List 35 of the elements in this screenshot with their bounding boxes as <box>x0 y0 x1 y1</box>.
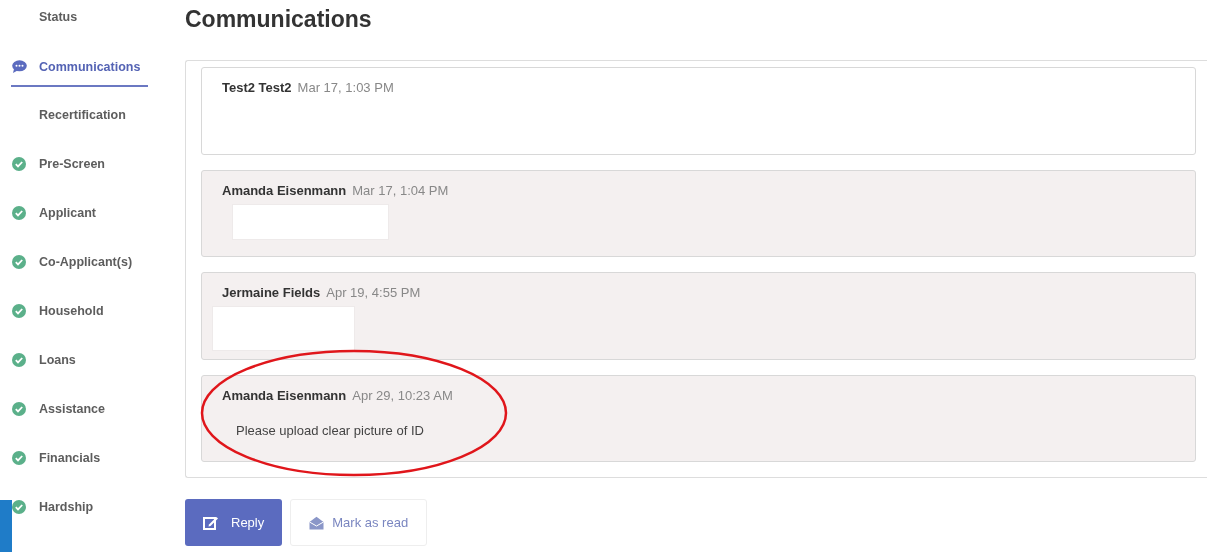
sidebar-item[interactable]: Communications <box>11 44 148 87</box>
sidebar-item[interactable]: Status <box>11 1 148 33</box>
sidebar-item[interactable]: Financials <box>11 442 148 474</box>
sidebar-item[interactable]: Applicant <box>11 197 148 229</box>
reply-button[interactable]: Reply <box>185 499 283 546</box>
message-time: Mar 17, 1:04 PM <box>352 182 449 198</box>
sidebar-item[interactable]: Pre-Screen <box>11 148 148 180</box>
page-title: Communications <box>185 6 373 34</box>
sidebar-item[interactable]: Household <box>11 295 148 327</box>
sidebar-item[interactable]: Assistance <box>11 393 148 425</box>
message-time: Apr 29, 10:23 AM <box>352 387 453 403</box>
message-author: Amanda Eisenmann <box>222 182 347 198</box>
check-circle-icon <box>12 500 26 514</box>
message-author: Amanda Eisenmann <box>222 387 347 403</box>
check-circle-icon <box>12 255 26 269</box>
mark-as-read-button[interactable]: Mark as read <box>290 499 428 546</box>
sidebar-item[interactable]: Recertification <box>11 99 148 131</box>
open-envelope-icon <box>309 515 325 530</box>
edge-bar <box>0 500 12 552</box>
check-circle-icon <box>12 157 26 171</box>
message-time: Mar 17, 1:03 PM <box>297 80 394 95</box>
sidebar-item[interactable]: Loans <box>11 344 148 376</box>
edit-icon <box>203 515 219 530</box>
message-time: Apr 19, 4:55 PM <box>326 285 421 300</box>
message-text: Please upload clear picture of ID <box>236 422 425 438</box>
chat-bubble-icon <box>12 60 27 73</box>
message-author: Test2 Test2 <box>222 80 292 95</box>
check-circle-icon <box>12 353 26 367</box>
message-author: Jermaine Fields <box>222 285 321 300</box>
check-circle-icon <box>12 304 26 318</box>
check-circle-icon <box>12 451 26 465</box>
check-circle-icon <box>12 206 26 220</box>
sidebar-item[interactable]: Co-Applicant(s) <box>11 246 148 278</box>
check-circle-icon <box>12 402 26 416</box>
sidebar-item[interactable]: Hardship <box>11 491 148 523</box>
